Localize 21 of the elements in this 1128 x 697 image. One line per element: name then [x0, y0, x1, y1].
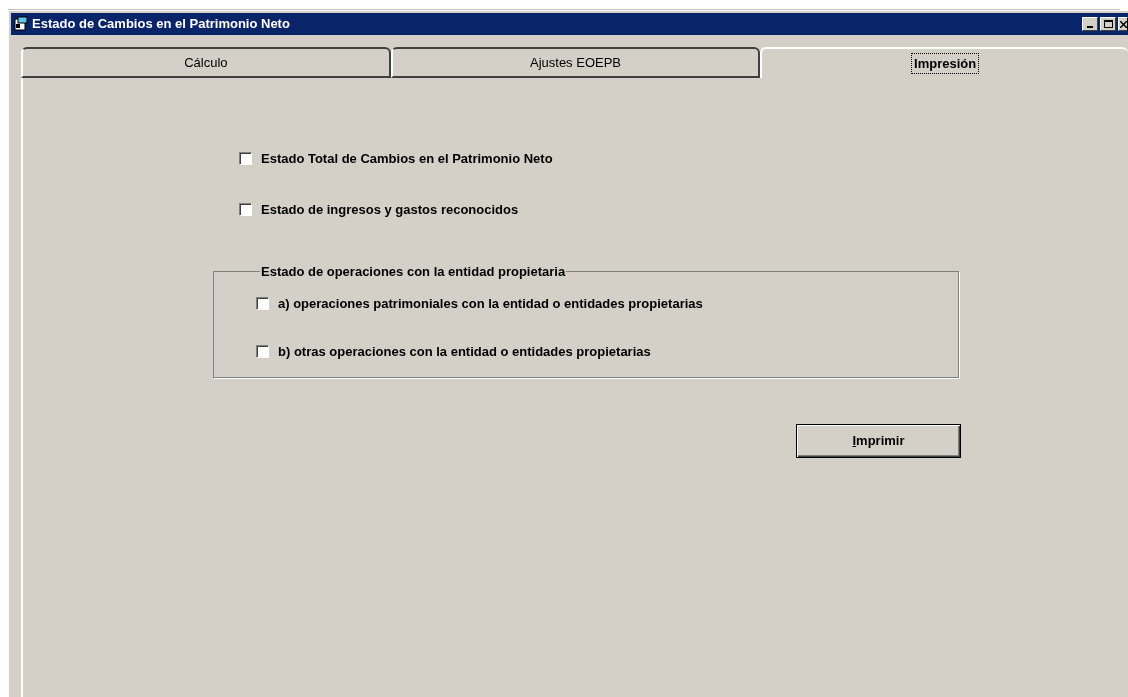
maximize-button[interactable]: [1100, 17, 1116, 31]
checkbox-label: b) otras operaciones con la entidad o entidades propietarias: [278, 343, 651, 361]
close-icon: [1119, 20, 1127, 28]
checkbox[interactable]: [239, 152, 252, 166]
checkbox-label: a) operaciones patrimoniales con la entidad o entidades propietarias: [278, 294, 703, 313]
minimize-button[interactable]: [1082, 17, 1098, 31]
window-app-icon: [13, 16, 29, 32]
tab[interactable]: Impresión: [760, 47, 1128, 78]
maximize-icon: [1103, 20, 1113, 28]
close-button[interactable]: [1118, 17, 1128, 31]
group-box-title: Estado de operaciones con la entidad propietaria: [260, 263, 567, 281]
tab[interactable]: Cálculo: [21, 47, 391, 78]
checkbox[interactable]: [256, 345, 269, 359]
tab[interactable]: Ajustes EOEPB: [390, 47, 761, 78]
checkbox[interactable]: [239, 202, 252, 216]
checkbox-label: Estado Total de Cambios en el Patrimonio Neto: [261, 150, 553, 168]
window-title: Estado de Cambios en el Patrimonio Neto: [32, 15, 291, 34]
minimize-icon: [1087, 26, 1093, 28]
print-button[interactable]: Imprimir: [796, 424, 961, 458]
checkbox-label: Estado de ingresos y gastos reconocidos: [261, 200, 519, 219]
checkbox[interactable]: [256, 296, 269, 310]
